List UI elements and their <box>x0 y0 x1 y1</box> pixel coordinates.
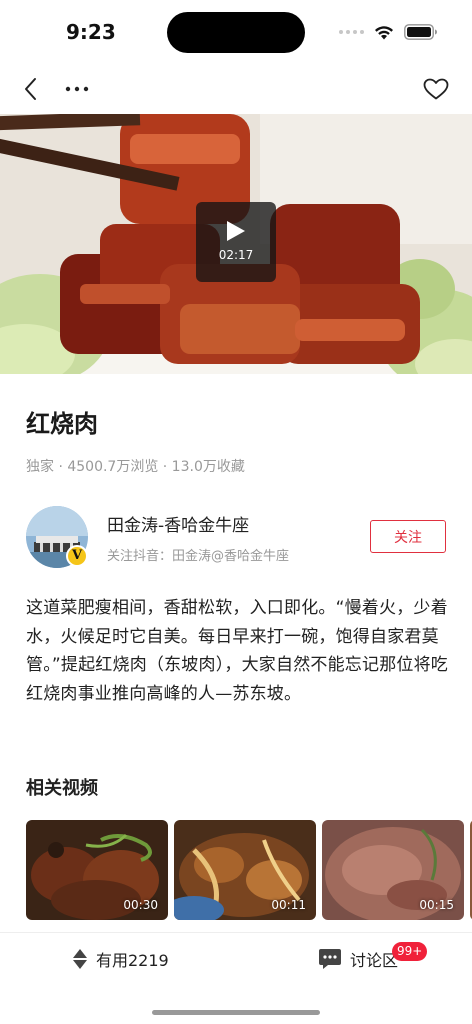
useful-button[interactable]: 有用2219 <box>72 947 169 971</box>
discussion-button[interactable]: 讨论区 <box>318 947 398 971</box>
related-video-duration: 00:11 <box>271 898 306 912</box>
more-button[interactable] <box>62 74 92 104</box>
video-duration: 02:17 <box>218 248 254 262</box>
comment-count-badge: 99+ <box>392 942 428 961</box>
dynamic-island <box>167 12 305 53</box>
status-icons <box>339 24 438 40</box>
follow-button[interactable]: 关注 <box>370 520 446 553</box>
heart-icon <box>423 78 449 100</box>
verified-badge: V <box>66 545 88 567</box>
home-indicator[interactable] <box>152 1010 320 1015</box>
favorite-button[interactable] <box>420 74 452 104</box>
cellular-signal-icon <box>339 30 364 34</box>
vote-arrows-icon <box>73 949 87 969</box>
useful-count-label: 有用2219 <box>96 951 169 970</box>
play-button[interactable]: 02:17 <box>196 202 276 282</box>
status-bar: 9:23 <box>0 0 472 64</box>
related-video-item[interactable]: 00:30 <box>26 820 168 920</box>
back-icon <box>25 78 36 100</box>
author-subtitle: 关注抖音：田金涛@香哈金牛座 <box>107 549 290 564</box>
recipe-description: 这道菜肥瘦相间，香甜松软，入口即化。“慢着火，少着水，火候足时它自美。每日早来打… <box>26 598 449 704</box>
author-name[interactable]: 田金涛-香哈金牛座 <box>107 511 249 536</box>
back-button[interactable] <box>16 74 46 104</box>
related-video-duration: 00:30 <box>123 898 158 912</box>
nav-bar <box>0 64 472 114</box>
status-time: 9:23 <box>66 20 116 44</box>
recipe-stats: 独家 · 4500.7万浏览 · 13.0万收藏 <box>26 459 245 475</box>
related-video-duration: 00:15 <box>419 898 454 912</box>
related-video-item[interactable]: 00:15 <box>322 820 464 920</box>
related-video-item[interactable]: 00:11 <box>174 820 316 920</box>
related-videos-title: 相关视频 <box>26 778 98 799</box>
discussion-label: 讨论区 <box>350 951 399 970</box>
comment-icon <box>319 949 341 969</box>
play-icon <box>227 221 245 241</box>
battery-icon <box>404 24 437 40</box>
wifi-icon <box>375 25 393 39</box>
recipe-video[interactable]: 02:17 <box>0 114 472 374</box>
related-videos-list[interactable]: 00:30 00:11 00:15 <box>26 820 472 920</box>
recipe-title: 红烧肉 <box>26 410 98 438</box>
more-icon <box>65 86 89 92</box>
